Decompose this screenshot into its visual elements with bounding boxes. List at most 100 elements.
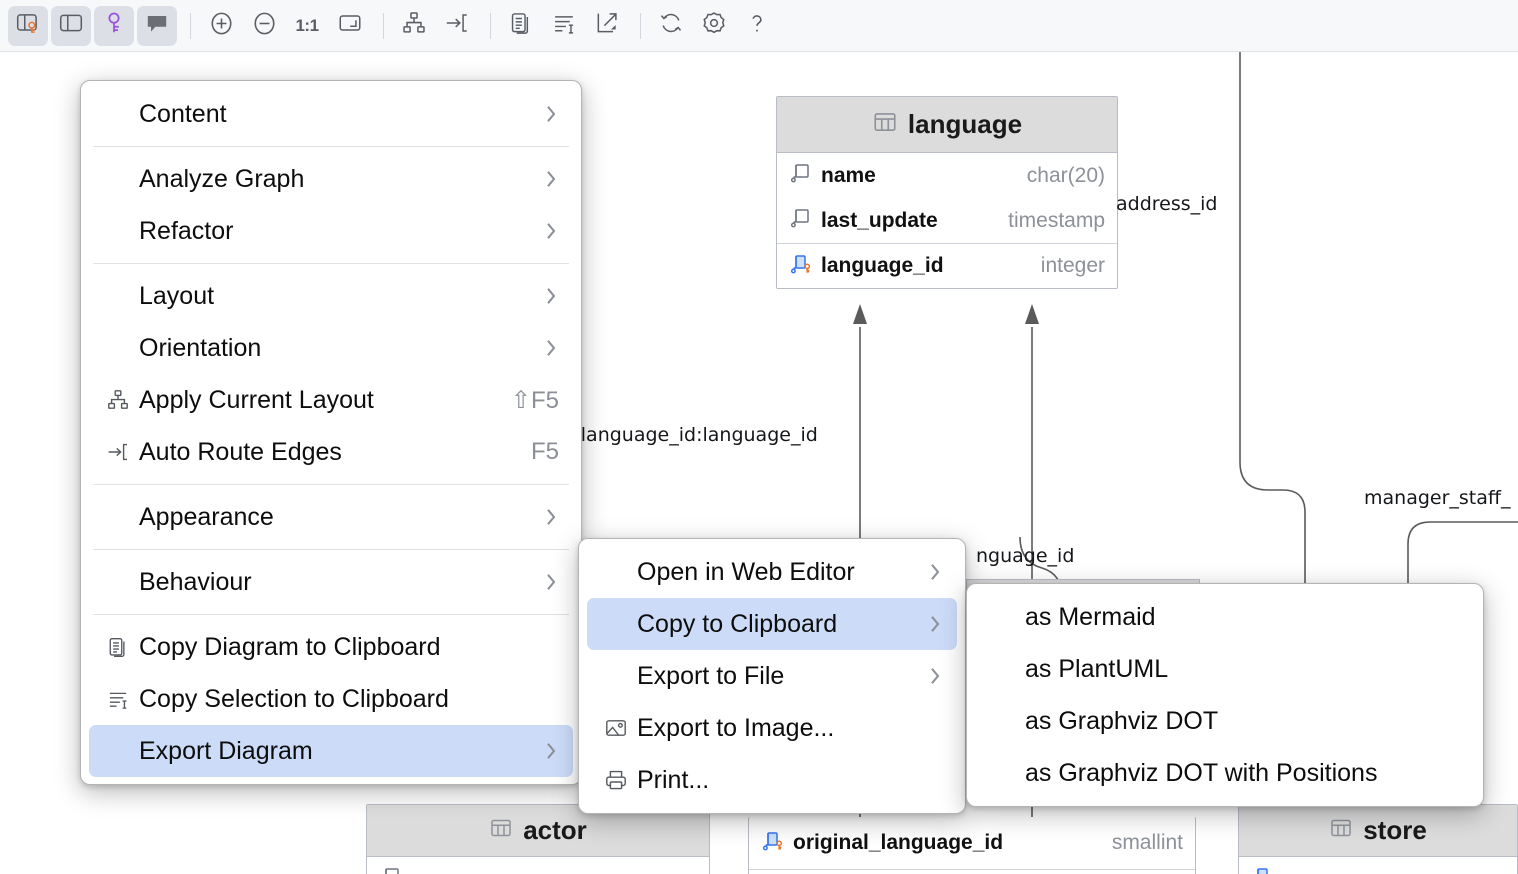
column-type: integer [1041,254,1105,278]
node-column-row-primary-key[interactable]: language_id integer [777,243,1117,288]
menu-item-export-diagram[interactable]: Export Diagram [89,725,573,777]
copy-diagram-button[interactable] [501,6,541,46]
hierarchy-icon [401,10,427,41]
node-column-row[interactable] [367,857,709,874]
help-button[interactable] [737,6,777,46]
menu-item-label: Behaviour [139,568,252,597]
copy-diagram-icon [509,11,534,41]
export-diagram-button[interactable] [587,6,627,46]
settings-button[interactable] [694,6,734,46]
hierarchy-icon [103,388,133,412]
chevron-right-icon [517,739,559,763]
export-diagram-submenu[interactable]: Open in Web Editor Copy to Clipboard Exp… [578,538,966,814]
menu-item-label: Print... [637,766,709,795]
diagram-node-store[interactable]: store [1238,804,1518,874]
diagram-node-actor[interactable]: actor [366,804,710,874]
printer-icon [601,768,631,792]
refresh-icon [658,10,684,41]
copy-selection-icon [103,688,133,711]
menu-item-layout[interactable]: Layout [89,270,573,322]
node-column-row[interactable] [1239,857,1517,874]
table-icon [1329,816,1353,845]
chevron-right-icon [901,664,943,688]
menu-item-as-mermaid[interactable]: as Mermaid [975,591,1475,643]
menu-item-label: Copy Diagram to Clipboard [139,633,441,662]
menu-item-label: Appearance [139,503,274,532]
menu-item-label: Export to File [637,662,784,691]
chevron-right-icon [517,167,559,191]
menu-item-appearance[interactable]: Appearance [89,491,573,543]
menu-item-label: Copy Selection to Clipboard [139,685,449,714]
menu-separator [93,614,569,615]
menu-item-label: as PlantUML [1025,655,1168,684]
chevron-right-icon [901,612,943,636]
menu-item-label: Export Diagram [139,737,313,766]
node-column-row[interactable]: last_update timestamp [777,198,1117,243]
node-column-row[interactable] [749,869,1195,874]
menu-item-export-to-image[interactable]: Export to Image... [587,702,957,754]
menu-item-label: Analyze Graph [139,165,304,194]
node-header: store [1239,805,1517,857]
zoom-out-button[interactable] [244,6,284,46]
actual-size-button[interactable]: 1:1 [287,6,327,46]
chevron-right-icon [517,284,559,308]
menu-item-label: Orientation [139,334,261,363]
node-column-row-primary-key[interactable]: original_language_id smallint [749,817,1195,869]
menu-item-apply-current-layout[interactable]: Apply Current Layout ⇧F5 [89,374,573,426]
zoom-in-button[interactable] [201,6,241,46]
apply-layout-button[interactable] [394,6,434,46]
edge-label: nguage_id [976,545,1074,567]
route-edges-icon [103,440,133,464]
auto-route-edges-button[interactable] [437,6,477,46]
menu-item-refactor[interactable]: Refactor [89,205,573,257]
refresh-button[interactable] [651,6,691,46]
menu-separator [93,484,569,485]
menu-item-label: as Graphviz DOT with Positions [1025,759,1377,788]
menu-item-copy-selection-to-clipboard[interactable]: Copy Selection to Clipboard [89,673,573,725]
zoom-out-icon [251,10,278,42]
toolbar-separator [190,13,191,39]
edge-label: address_id [1116,193,1218,215]
show-columns-toggle[interactable] [8,6,48,46]
table-icon [872,109,898,140]
menu-item-copy-diagram-to-clipboard[interactable]: Copy Diagram to Clipboard [89,621,573,673]
menu-item-content[interactable]: Content [89,88,573,140]
menu-item-label: as Graphviz DOT [1025,707,1218,736]
diagram-node-language[interactable]: language name char(20) last_upda [776,96,1118,289]
column-type: char(20) [1027,164,1105,188]
chevron-right-icon [517,570,559,594]
menu-item-auto-route-edges[interactable]: Auto Route Edges F5 [89,426,573,478]
menu-item-label: Refactor [139,217,233,246]
diagram-context-menu[interactable]: Content Analyze Graph Refactor Layout Or… [80,80,582,785]
menu-item-label: Open in Web Editor [637,558,855,587]
menu-item-print[interactable]: Print... [587,754,957,806]
node-title: actor [523,815,587,846]
menu-item-shortcut: F5 [505,438,559,466]
panel-key-icon [15,10,41,41]
route-edges-icon [444,10,470,41]
split-panel-icon [58,10,84,41]
menu-item-orientation[interactable]: Orientation [89,322,573,374]
copy-selection-icon [552,11,577,41]
copy-selection-button[interactable] [544,6,584,46]
menu-item-open-in-web-editor[interactable]: Open in Web Editor [587,546,957,598]
edge-label: manager_staff_ [1364,487,1510,509]
menu-item-as-plantuml[interactable]: as PlantUML [975,643,1475,695]
menu-item-export-to-file[interactable]: Export to File [587,650,957,702]
menu-item-as-graphviz-dot[interactable]: as Graphviz DOT [975,695,1475,747]
primary-key-column-icon [1251,865,1275,874]
column-type: smallint [1112,831,1183,855]
menu-item-analyze-graph[interactable]: Analyze Graph [89,153,573,205]
show-structure-toggle[interactable] [51,6,91,46]
fit-content-button[interactable] [330,6,370,46]
diagram-node-film[interactable]: original_language_id smallint [748,817,1196,874]
node-column-row[interactable]: name char(20) [777,153,1117,198]
show-keys-toggle[interactable] [94,6,134,46]
copy-to-clipboard-submenu[interactable]: as Mermaid as PlantUML as Graphviz DOT a… [966,583,1484,807]
menu-item-label: Export to Image... [637,714,834,743]
menu-item-as-graphviz-dot-with-positions[interactable]: as Graphviz DOT with Positions [975,747,1475,799]
fit-screen-icon [337,10,363,41]
menu-item-copy-to-clipboard[interactable]: Copy to Clipboard [587,598,957,650]
menu-item-behaviour[interactable]: Behaviour [89,556,573,608]
show-comments-toggle[interactable] [137,6,177,46]
